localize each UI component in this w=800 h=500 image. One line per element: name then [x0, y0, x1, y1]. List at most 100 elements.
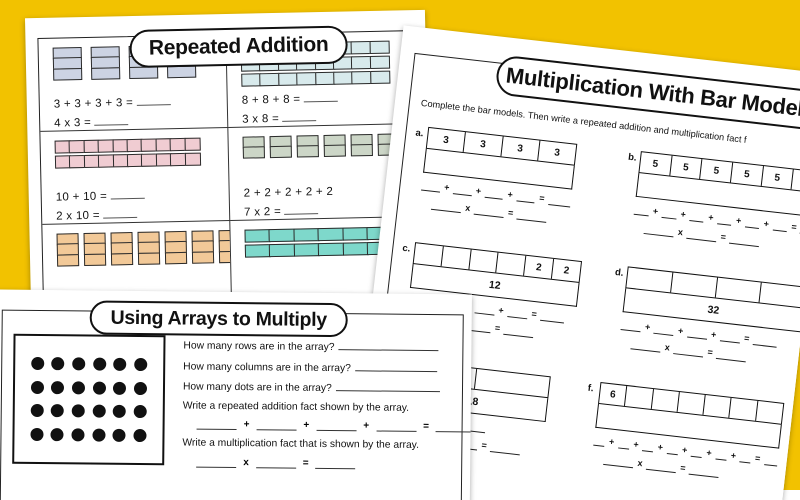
- bar-model-part-cell[interactable]: 3: [538, 141, 576, 165]
- unit-block: [83, 253, 107, 266]
- unit-block: [293, 243, 320, 257]
- array-dot: [30, 404, 44, 418]
- bar-model-part-cell[interactable]: [625, 386, 654, 409]
- answer-blank[interactable]: [196, 457, 237, 468]
- array-dot: [71, 404, 85, 418]
- unit-block: [110, 252, 134, 266]
- answer-blank[interactable]: [620, 321, 642, 333]
- bar-model-part-cell[interactable]: 5: [761, 166, 795, 190]
- bar-model-part-cell[interactable]: [677, 392, 706, 415]
- array-dot: [92, 381, 106, 395]
- bar-model-part-cell[interactable]: [729, 397, 759, 421]
- bar-model-part-cell[interactable]: 6: [599, 383, 628, 406]
- answer-blank[interactable]: [338, 340, 439, 352]
- answer-blank[interactable]: [633, 205, 650, 217]
- worksheet-using-arrays[interactable]: How many rows are in the array? How many …: [0, 289, 472, 500]
- answer-blank[interactable]: [690, 447, 703, 458]
- bar-model-part-cell[interactable]: [496, 252, 527, 276]
- worksheet-repeated-addition[interactable]: 3 + 3 + 3 + 3 = 4 x 3 = 8 + 8 + 8 = 3 x …: [24, 9, 432, 311]
- unit-block: [268, 228, 296, 243]
- bar-model-part-cell[interactable]: 3: [426, 127, 467, 153]
- answer-blank[interactable]: [617, 439, 630, 450]
- answer-blank[interactable]: [315, 458, 356, 469]
- answer-blank[interactable]: [256, 420, 297, 431]
- unit-block: [369, 40, 390, 55]
- operator-symbol: +: [475, 185, 482, 197]
- operator-symbol: =: [790, 221, 798, 233]
- answer-blank[interactable]: [772, 221, 788, 233]
- answer-blank[interactable]: [714, 450, 728, 461]
- answer-blank[interactable]: [255, 457, 296, 469]
- answer-blank[interactable]: [421, 181, 441, 193]
- answer-blank[interactable]: [376, 421, 417, 432]
- answer-blank[interactable]: [653, 324, 675, 336]
- unit-block: [269, 146, 292, 159]
- unit-block: [296, 145, 319, 158]
- answer-blank[interactable]: [716, 215, 733, 226]
- answer-blank[interactable]: [516, 192, 536, 204]
- unit-block: [317, 242, 345, 257]
- answer-blank[interactable]: [641, 442, 655, 453]
- dot-array: [12, 333, 166, 466]
- worksheet-title-repeated-addition: Repeated Addition: [129, 25, 349, 69]
- answer-blank[interactable]: [335, 381, 440, 393]
- array-dot: [71, 428, 85, 442]
- operator-symbol: =: [531, 308, 538, 320]
- answer-blank[interactable]: [316, 420, 357, 432]
- array-dot: [92, 357, 107, 371]
- array-dot: [113, 358, 127, 372]
- bar-model-part-cell[interactable]: 5: [730, 162, 764, 186]
- bar-model-part-cell[interactable]: 3: [500, 136, 541, 161]
- bar-model-part-cell[interactable]: 2: [524, 255, 555, 279]
- answer-blank[interactable]: [435, 422, 472, 433]
- answer-blank[interactable]: [593, 436, 606, 447]
- answer-blank[interactable]: [547, 195, 572, 208]
- unit-block: [351, 55, 372, 70]
- operator-symbol: +: [681, 444, 688, 456]
- bar-model-part-cell[interactable]: [703, 395, 732, 418]
- operator-symbol: +: [608, 436, 615, 447]
- unit-block: [191, 251, 215, 264]
- bar-model-part-cell[interactable]: [441, 246, 472, 270]
- operator-symbol: +: [652, 205, 659, 217]
- answer-blank[interactable]: [666, 444, 679, 456]
- answer-blank[interactable]: [540, 311, 565, 324]
- bar-model-part-cell[interactable]: [413, 243, 444, 267]
- array-worksheet-body: How many rows are in the array? How many …: [12, 333, 472, 500]
- unit-block: [314, 71, 336, 86]
- answer-blank[interactable]: [661, 208, 677, 220]
- unit-block: [91, 67, 121, 80]
- operator-symbol: =: [481, 439, 488, 451]
- answer-blank[interactable]: [686, 328, 708, 340]
- array-dot: [112, 428, 127, 442]
- bar-model-part-cell[interactable]: [469, 249, 499, 273]
- answer-blank[interactable]: [752, 336, 778, 348]
- operator-symbol: =: [494, 322, 501, 334]
- answer-blank[interactable]: [354, 360, 437, 372]
- answer-blank[interactable]: [689, 212, 705, 223]
- answer-blank[interactable]: [473, 304, 495, 316]
- answer-blank[interactable]: [744, 218, 761, 229]
- bar-model-part-cell[interactable]: 2: [552, 259, 581, 282]
- array-addition-answer-line[interactable]: + + + =: [196, 419, 472, 433]
- array-dot: [134, 358, 148, 372]
- bar-model-part-cell[interactable]: 5: [792, 170, 800, 193]
- bar-model-part-cell[interactable]: 3: [463, 132, 504, 157]
- answer-blank[interactable]: [484, 188, 504, 200]
- unit-group: [242, 136, 265, 160]
- answer-blank[interactable]: [763, 456, 779, 467]
- bar-model-part-cell[interactable]: 5: [700, 159, 734, 183]
- bar-model-part-cell[interactable]: 5: [669, 155, 703, 180]
- answer-blank[interactable]: [507, 308, 528, 320]
- operator-symbol: +: [363, 420, 370, 432]
- bar-model-item-label: f.: [587, 382, 595, 395]
- array-multiplication-answer-line[interactable]: x =: [196, 456, 472, 470]
- multiplication-fact: 2 x 10 =: [56, 207, 219, 223]
- answer-blank[interactable]: [739, 453, 752, 464]
- answer-blank[interactable]: [196, 419, 237, 431]
- bar-model-part-cell[interactable]: 5: [639, 152, 673, 176]
- answer-blank[interactable]: [452, 185, 473, 197]
- answer-blank[interactable]: [719, 332, 741, 344]
- bar-model-part-cell[interactable]: [651, 389, 680, 412]
- bar-model-part-cell[interactable]: [756, 401, 783, 424]
